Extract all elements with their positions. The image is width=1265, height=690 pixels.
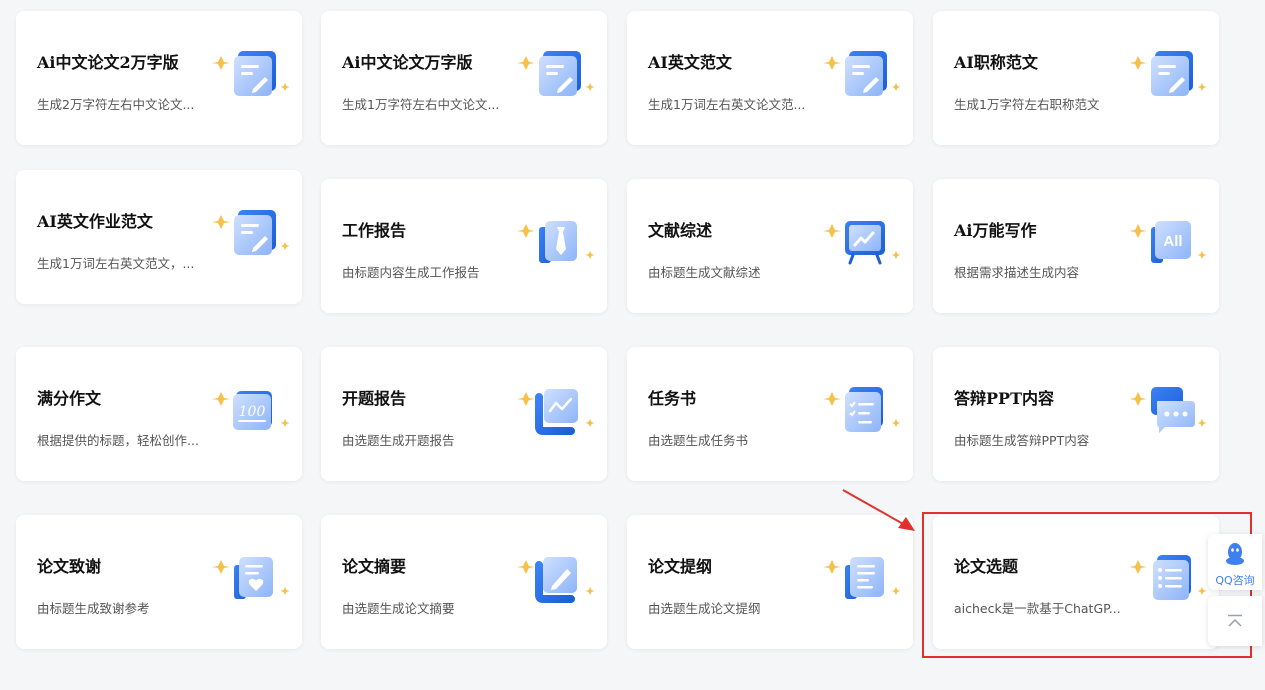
card-proposal-report[interactable]: 开题报告 由选题生成开题报告 <box>321 347 607 481</box>
card-ai-chinese-paper-10k[interactable]: Ai中文论文万字版 生成1万字符左右中文论文... <box>321 11 607 145</box>
all-badge-icon: All <box>1129 215 1209 271</box>
card-description: aicheck是一款基于ChatGP... <box>954 601 1121 616</box>
card-title: 答辩PPT内容 <box>954 389 1054 408</box>
presentation-board-icon <box>823 215 903 271</box>
outline-document-icon <box>823 551 903 607</box>
card-description: 由选题生成任务书 <box>648 433 749 448</box>
back-to-top-button[interactable] <box>1208 596 1262 646</box>
card-title: AI英文范文 <box>648 53 732 72</box>
card-description: 由标题内容生成工作报告 <box>342 265 480 280</box>
pencil-icon <box>517 551 597 607</box>
card-description: 由选题生成论文摘要 <box>342 601 455 616</box>
card-ai-english-essay[interactable]: AI英文范文 生成1万词左右英文论文范... <box>627 11 913 145</box>
card-title: 任务书 <box>648 389 697 408</box>
card-ai-english-homework[interactable]: AI英文作业范文 生成1万词左右英文范文，... <box>16 170 302 304</box>
card-work-report[interactable]: 工作报告 由标题内容生成工作报告 <box>321 179 607 313</box>
card-title: Ai万能写作 <box>954 221 1037 240</box>
card-description: 由标题生成致谢参考 <box>37 601 150 616</box>
card-ai-chinese-paper-20k[interactable]: Ai中文论文2万字版 生成2万字符左右中文论文... <box>16 11 302 145</box>
card-title: 论文选题 <box>954 557 1019 576</box>
card-title: AI职称范文 <box>954 53 1038 72</box>
score-100-icon: 100 <box>212 383 292 439</box>
line-chart-icon <box>517 383 597 439</box>
card-title: 论文致谢 <box>37 557 102 576</box>
svg-text:All: All <box>1163 233 1182 250</box>
card-title: AI英文作业范文 <box>37 212 153 231</box>
document-pen-icon <box>212 206 292 262</box>
card-description: 由选题生成开题报告 <box>342 433 455 448</box>
checklist-icon <box>823 383 903 439</box>
card-description: 根据提供的标题，轻松创作... <box>37 433 199 448</box>
card-defense-ppt-content[interactable]: 答辩PPT内容 由标题生成答辩PPT内容 <box>933 347 1219 481</box>
document-pen-icon <box>212 47 292 103</box>
chat-bubble-icon <box>1129 383 1209 439</box>
qq-consult-label: QQ咨询 <box>1215 574 1255 587</box>
card-title: 论文提纲 <box>648 557 713 576</box>
document-pen-icon <box>823 47 903 103</box>
arrow-up-icon <box>1228 614 1242 627</box>
card-title: 文献综述 <box>648 221 713 240</box>
card-title: Ai中文论文2万字版 <box>37 53 179 72</box>
qq-penguin-icon <box>1226 543 1244 565</box>
card-title: 工作报告 <box>342 221 407 240</box>
card-description: 由标题生成答辩PPT内容 <box>954 433 1090 448</box>
card-description: 生成1万词左右英文范文，... <box>37 256 195 271</box>
card-ai-professional-title-essay[interactable]: AI职称范文 生成1万字符左右职称范文 <box>933 11 1219 145</box>
card-title: 开题报告 <box>342 389 407 408</box>
card-literature-review[interactable]: 文献综述 由标题生成文献综述 <box>627 179 913 313</box>
card-task-book[interactable]: 任务书 由选题生成任务书 <box>627 347 913 481</box>
card-description: 生成1万词左右英文论文范... <box>648 97 806 112</box>
document-pen-icon <box>1129 47 1209 103</box>
document-pen-icon <box>517 47 597 103</box>
list-icon <box>1129 551 1209 607</box>
card-thesis-abstract[interactable]: 论文摘要 由选题生成论文摘要 <box>321 515 607 649</box>
card-title: 论文摘要 <box>342 557 407 576</box>
svg-text:100: 100 <box>239 404 266 420</box>
card-description: 根据需求描述生成内容 <box>954 265 1080 280</box>
heart-document-icon <box>212 551 292 607</box>
card-description: 由选题生成论文提纲 <box>648 601 761 616</box>
card-full-score-essay[interactable]: 满分作文 根据提供的标题，轻松创作... 100 <box>16 347 302 481</box>
card-thesis-topic-selection[interactable]: 论文选题 aicheck是一款基于ChatGP... <box>933 515 1219 649</box>
necktie-icon <box>517 215 597 271</box>
card-description: 生成1万字符左右中文论文... <box>342 97 500 112</box>
card-title: Ai中文论文万字版 <box>342 53 473 72</box>
card-title: 满分作文 <box>37 389 102 408</box>
card-description: 由标题生成文献综述 <box>648 265 761 280</box>
card-thesis-outline[interactable]: 论文提纲 由选题生成论文提纲 <box>627 515 913 649</box>
card-description: 生成1万字符左右职称范文 <box>954 97 1100 112</box>
qq-consult-button[interactable]: QQ咨询 <box>1208 534 1262 590</box>
card-thesis-acknowledgement[interactable]: 论文致谢 由标题生成致谢参考 <box>16 515 302 649</box>
card-description: 生成2万字符左右中文论文... <box>37 97 195 112</box>
card-ai-universal-writing[interactable]: Ai万能写作 根据需求描述生成内容 All <box>933 179 1219 313</box>
